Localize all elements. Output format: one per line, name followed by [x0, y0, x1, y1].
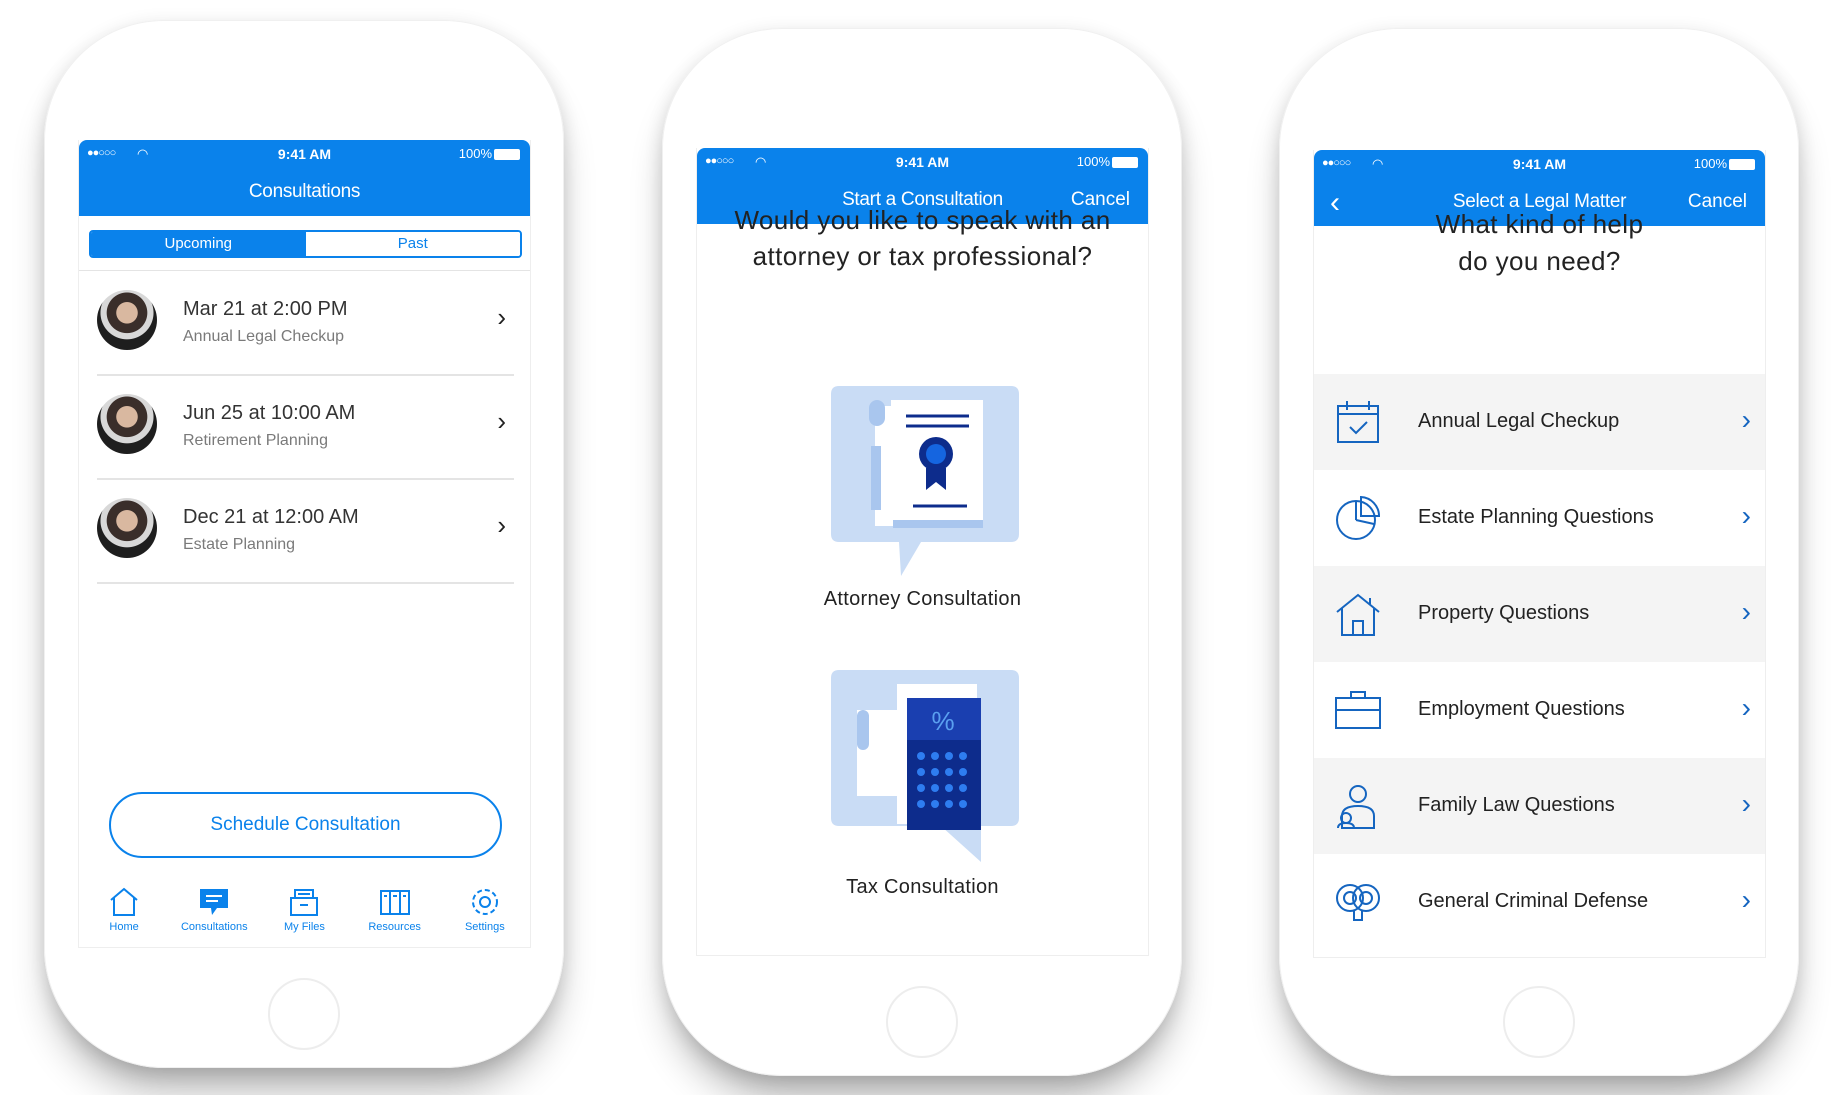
- question-line: Would you like to speak with an: [734, 205, 1111, 235]
- certificate-icon: [831, 386, 1019, 576]
- home-button[interactable]: [1503, 986, 1575, 1058]
- consultation-row[interactable]: Dec 21 at 12:00 AM Estate Planning ›: [97, 480, 514, 584]
- consultation-type: Retirement Planning: [183, 432, 328, 449]
- chevron-right-icon: ›: [497, 302, 506, 332]
- avatar: [97, 394, 157, 454]
- consultation-date: Dec 21 at 12:00 AM: [183, 506, 359, 528]
- phone-consultations: ●●○○○ ◠ 9:41 AM 100% Consultations Upcom…: [44, 20, 564, 1068]
- tab-bar: Home Consultations My Files Resources Se…: [79, 882, 530, 947]
- consultation-date: Mar 21 at 2:00 PM: [183, 298, 348, 320]
- question-heading: Would you like to speak with an attorney…: [697, 202, 1148, 274]
- tab-home[interactable]: Home: [84, 882, 164, 947]
- matter-label: Family Law Questions: [1418, 794, 1615, 816]
- svg-text:%: %: [931, 706, 954, 736]
- chat-icon: [200, 889, 229, 915]
- pie-chart-icon: [1336, 495, 1381, 540]
- matter-label: Property Questions: [1418, 602, 1590, 624]
- status-bar: ●●○○○ ◠ 9:41 AM 100%: [697, 154, 1148, 170]
- screen-consultations: ●●○○○ ◠ 9:41 AM 100% Consultations Upcom…: [78, 140, 531, 948]
- matter-label: Annual Legal Checkup: [1418, 410, 1620, 432]
- question-line: attorney or tax professional?: [752, 241, 1093, 271]
- segment-upcoming[interactable]: Upcoming: [91, 232, 306, 256]
- matter-criminal-defense[interactable]: General Criminal Defense ›: [1314, 854, 1765, 950]
- question-heading: What kind of help do you need?: [1314, 206, 1765, 280]
- consultation-row[interactable]: Mar 21 at 2:00 PM Annual Legal Checkup ›: [97, 272, 514, 376]
- calendar-check-icon: [1337, 401, 1379, 443]
- question-line: What kind of help: [1435, 209, 1644, 239]
- screen-start-consultation: ●●○○○ ◠ 9:41 AM 100% Start a Consultatio…: [696, 148, 1149, 956]
- chevron-right-icon: ›: [1741, 404, 1751, 435]
- home-button[interactable]: [268, 978, 340, 1050]
- tab-my-files[interactable]: My Files: [264, 882, 344, 947]
- battery-percent: 100%: [1693, 156, 1727, 171]
- matter-property[interactable]: Property Questions ›: [1314, 566, 1765, 662]
- phone-legal-matter: ●●○○○ ◠ 9:41 AM 100% ‹ Select a Legal Ma…: [1279, 28, 1799, 1076]
- chevron-right-icon: ›: [497, 510, 506, 540]
- chevron-right-icon: ›: [1741, 788, 1751, 819]
- schedule-consultation-button[interactable]: Schedule Consultation: [109, 792, 502, 858]
- tax-consultation-option[interactable]: %: [831, 670, 1019, 862]
- phone-start-consultation: ●●○○○ ◠ 9:41 AM 100% Start a Consultatio…: [662, 28, 1182, 1076]
- matter-label: General Criminal Defense: [1418, 890, 1649, 912]
- handcuffs-icon: [1336, 884, 1380, 921]
- status-bar: ●●○○○ ◠ 9:41 AM 100%: [79, 146, 530, 162]
- consultation-row[interactable]: Jun 25 at 10:00 AM Retirement Planning ›: [97, 376, 514, 480]
- consultation-date: Jun 25 at 10:00 AM: [183, 402, 356, 424]
- tab-consultations[interactable]: Consultations: [174, 882, 254, 947]
- tab-label: Consultations: [180, 921, 248, 933]
- consultation-type: Annual Legal Checkup: [183, 328, 345, 345]
- chevron-right-icon: ›: [1741, 884, 1751, 915]
- briefcase-icon: [1335, 691, 1381, 729]
- divider: [79, 270, 530, 271]
- attorney-consultation-option[interactable]: [831, 386, 1019, 576]
- books-icon: [379, 890, 410, 915]
- matter-employment[interactable]: Employment Questions ›: [1314, 662, 1765, 758]
- consultation-type: Estate Planning: [183, 536, 296, 553]
- battery-icon: [1729, 159, 1755, 170]
- tab-settings[interactable]: Settings: [445, 882, 525, 947]
- avatar: [97, 290, 157, 350]
- matter-family-law[interactable]: Family Law Questions ›: [1314, 758, 1765, 854]
- question-line: do you need?: [1458, 246, 1621, 276]
- matter-estate-planning[interactable]: Estate Planning Questions ›: [1314, 470, 1765, 566]
- page-title: Consultations: [248, 181, 361, 202]
- battery-icon: [494, 149, 520, 160]
- chevron-right-icon: ›: [497, 406, 506, 436]
- chevron-right-icon: ›: [1741, 692, 1751, 723]
- matter-annual-legal-checkup[interactable]: Annual Legal Checkup ›: [1314, 374, 1765, 470]
- family-icon: [1337, 785, 1375, 829]
- matter-label: Estate Planning Questions: [1418, 506, 1654, 528]
- chevron-right-icon: ›: [1741, 596, 1751, 627]
- home-button[interactable]: [886, 986, 958, 1058]
- house-icon: [1336, 593, 1380, 636]
- battery-percent: 100%: [1076, 154, 1110, 169]
- tab-label: Home: [109, 921, 139, 933]
- tab-label: My Files: [283, 921, 325, 933]
- battery-icon: [1112, 157, 1138, 168]
- calculator-icon: %: [831, 670, 1019, 862]
- screen-legal-matter: ●●○○○ ◠ 9:41 AM 100% ‹ Select a Legal Ma…: [1313, 150, 1766, 958]
- tab-label: Settings: [464, 921, 505, 933]
- nav-bar: ●●○○○ ◠ 9:41 AM 100% Consultations: [79, 140, 530, 216]
- attorney-consultation-label: Attorney Consultation: [823, 588, 1022, 610]
- files-icon: [290, 889, 319, 916]
- segment-past[interactable]: Past: [305, 232, 520, 256]
- avatar: [97, 498, 157, 558]
- tab-resources[interactable]: Resources: [355, 882, 435, 947]
- tax-consultation-label: Tax Consultation: [846, 876, 999, 898]
- tab-label: Resources: [368, 921, 421, 933]
- status-bar: ●●○○○ ◠ 9:41 AM 100%: [1314, 156, 1765, 172]
- home-icon: [110, 887, 138, 916]
- gear-icon: [471, 889, 498, 915]
- matter-label: Employment Questions: [1418, 698, 1625, 720]
- battery-percent: 100%: [458, 146, 492, 161]
- segmented-control: Upcoming Past: [89, 230, 522, 258]
- chevron-right-icon: ›: [1741, 500, 1751, 531]
